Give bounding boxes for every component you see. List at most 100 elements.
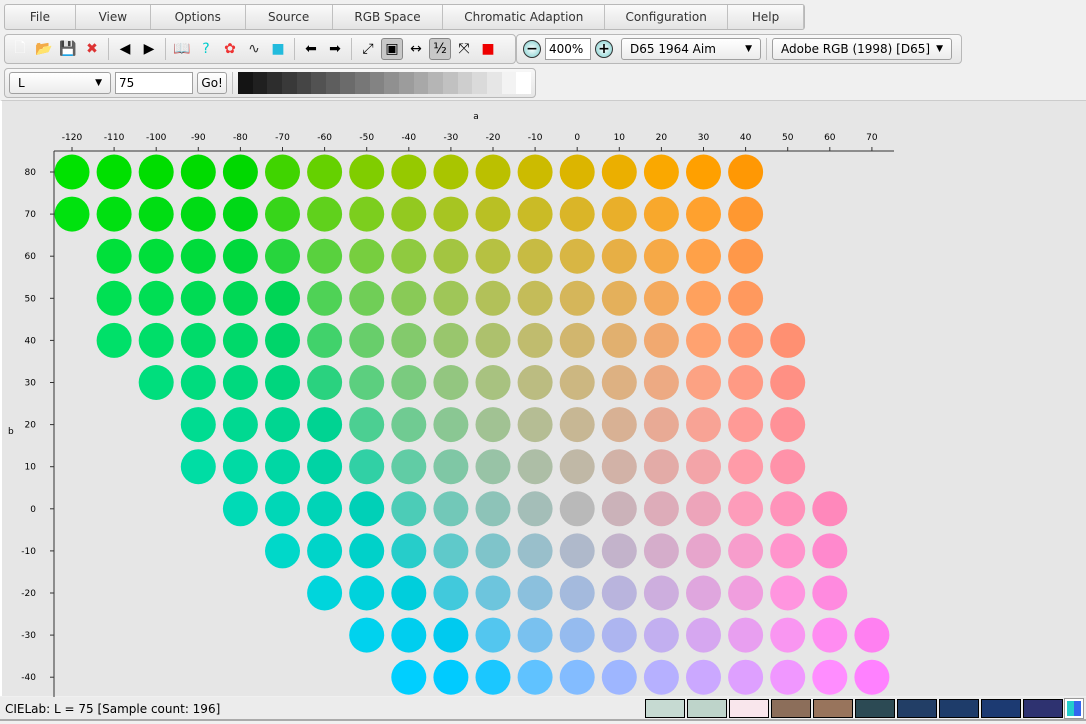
gray-step[interactable]: [340, 72, 356, 94]
zoom-out-button[interactable]: −: [521, 38, 543, 60]
palette-icon: [1067, 701, 1081, 716]
color-sample: [222, 407, 258, 443]
gray-step[interactable]: [355, 72, 370, 94]
menu-view[interactable]: View: [76, 5, 151, 29]
arrow-right-button[interactable]: ➡: [324, 38, 346, 60]
color-sample: [307, 196, 343, 232]
fullscreen-button[interactable]: ⤧: [453, 38, 475, 60]
size-button[interactable]: ▣: [381, 38, 403, 60]
x-tick-label: -20: [486, 133, 501, 143]
gray-step[interactable]: [384, 72, 400, 94]
gray-step[interactable]: [311, 72, 326, 94]
color-sample: [265, 449, 300, 485]
gray-step[interactable]: [516, 72, 531, 94]
slice-value-input[interactable]: 75: [115, 72, 194, 94]
menu-help[interactable]: Help: [728, 5, 804, 29]
color-sample: [559, 407, 595, 443]
color-sample: [180, 322, 216, 358]
fit-width-button[interactable]: ↔: [405, 38, 427, 60]
arrow-left-button[interactable]: ⬅: [300, 38, 322, 60]
gray-step[interactable]: [267, 72, 282, 94]
book-button[interactable]: 📖: [171, 38, 193, 60]
illuminant-dropdown[interactable]: D65 1964 Aim ▼: [621, 38, 761, 60]
menu-chromatic-adaption[interactable]: Chromatic Adaption: [443, 5, 606, 29]
color-sample: [222, 491, 258, 527]
color-swatch[interactable]: [897, 699, 937, 718]
open-folder-button[interactable]: 📂: [33, 38, 55, 60]
gray-ramp[interactable]: [237, 72, 531, 94]
color-sample: [601, 280, 637, 316]
save-button[interactable]: 💾: [57, 38, 79, 60]
gray-step[interactable]: [399, 72, 414, 94]
color-swatch[interactable]: [729, 699, 769, 718]
x-tick-label: -50: [359, 133, 374, 143]
color-sample: [728, 154, 764, 190]
gray-step[interactable]: [237, 72, 253, 94]
gray-step[interactable]: [472, 72, 488, 94]
gray-step[interactable]: [428, 72, 444, 94]
color-swatch[interactable]: [981, 699, 1021, 718]
color-sample: [391, 533, 427, 569]
color-sample: [728, 449, 764, 485]
color-swatch[interactable]: [771, 699, 811, 718]
color-sample: [265, 322, 300, 358]
color-swatch[interactable]: [939, 699, 979, 718]
menu-file[interactable]: File: [5, 5, 76, 29]
color-wheel-button[interactable]: ✿: [219, 38, 241, 60]
curve-button[interactable]: ∿: [243, 38, 265, 60]
gray-step[interactable]: [281, 72, 297, 94]
new-file-button[interactable]: 🗋: [9, 38, 31, 60]
color-swatch[interactable]: [687, 699, 727, 718]
close-file-button[interactable]: ✖: [81, 38, 103, 60]
new-file-icon: 🗋: [14, 40, 26, 56]
y-tick-label: 20: [25, 421, 37, 431]
menu-source[interactable]: Source: [246, 5, 333, 29]
palette-button[interactable]: ■: [267, 38, 289, 60]
color-compare-icon: ■: [481, 41, 495, 57]
go-button[interactable]: Go!: [197, 72, 227, 94]
zoom-in-button[interactable]: +: [593, 38, 615, 60]
color-sample: [475, 280, 511, 316]
gray-step[interactable]: [369, 72, 385, 94]
color-compare-button[interactable]: ■: [477, 38, 499, 60]
color-sample: [433, 449, 469, 485]
status-text: CIELab: L = 75 [Sample count: 196]: [5, 702, 221, 716]
menu-configuration[interactable]: Configuration: [605, 5, 729, 29]
lab-slice-chart[interactable]: ab-120 -110 -100 -90 -80 -70 -60 -50 -40 -30 -20 -1…: [2, 101, 1086, 697]
gray-step[interactable]: [325, 72, 341, 94]
gray-step[interactable]: [501, 72, 517, 94]
color-swatch[interactable]: [855, 699, 895, 718]
divider: [294, 38, 295, 60]
help-button[interactable]: ?: [195, 38, 217, 60]
color-sample: [391, 154, 427, 190]
palette-button[interactable]: [1064, 698, 1084, 719]
divider: [165, 38, 166, 60]
gray-step[interactable]: [443, 72, 458, 94]
illuminant-value: D65 1964 Aim: [630, 42, 716, 56]
gray-step[interactable]: [413, 72, 429, 94]
export-button[interactable]: ▶: [138, 38, 160, 60]
color-sample: [433, 533, 469, 569]
color-sample: [643, 449, 679, 485]
color-swatch[interactable]: [1023, 699, 1063, 718]
import-button[interactable]: ◀: [114, 38, 136, 60]
color-sample: [222, 280, 258, 316]
rgb-space-dropdown[interactable]: Adobe RGB (1998) [D65] ▼: [772, 38, 952, 60]
color-sample: [559, 533, 595, 569]
x-tick-label: -40: [401, 133, 416, 143]
gray-step[interactable]: [252, 72, 268, 94]
color-swatch[interactable]: [645, 699, 685, 718]
gray-step[interactable]: [457, 72, 473, 94]
menu-options[interactable]: Options: [151, 5, 246, 29]
color-sample: [517, 407, 553, 443]
menu-rgb-space[interactable]: RGB Space: [333, 5, 444, 29]
channel-dropdown[interactable]: L ▼: [9, 72, 112, 94]
color-sample: [475, 154, 511, 190]
zoom-field[interactable]: 400%: [545, 38, 591, 60]
color-sample: [138, 154, 174, 190]
gray-step[interactable]: [487, 72, 502, 94]
color-swatch[interactable]: [813, 699, 853, 718]
half-button[interactable]: ½: [429, 38, 451, 60]
swap-axes-button[interactable]: ⤢: [357, 38, 379, 60]
gray-step[interactable]: [296, 72, 312, 94]
